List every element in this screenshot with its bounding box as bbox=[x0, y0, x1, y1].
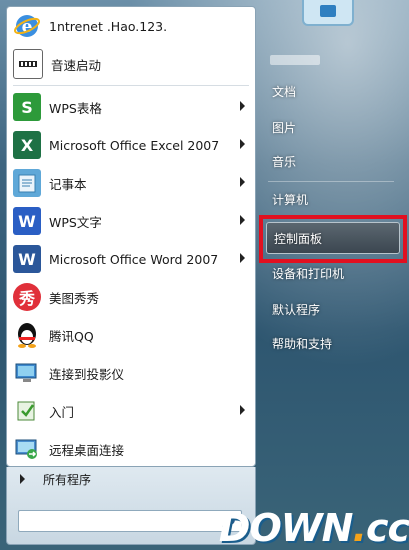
right-item-label: 文档 bbox=[272, 84, 297, 99]
submenu-arrow-icon[interactable] bbox=[240, 101, 245, 111]
menu-item-label: WPS表格 bbox=[49, 100, 102, 116]
menu-item-meitu[interactable]: 秀 美图秀秀 bbox=[7, 278, 255, 316]
watermark-text: DOWN.cc bbox=[218, 506, 409, 550]
menu-item-label: 美图秀秀 bbox=[49, 290, 100, 306]
right-item-documents[interactable]: 文档 bbox=[262, 76, 398, 106]
right-item-label: 设备和打印机 bbox=[272, 266, 345, 281]
menu-item-label: 记事本 bbox=[49, 176, 87, 192]
menu-item-label: 入门 bbox=[49, 404, 75, 420]
separator bbox=[13, 85, 249, 86]
right-item-help-support[interactable]: 帮助和支持 bbox=[262, 328, 398, 358]
menu-item-internet[interactable]: e 1ntrenet .Hao.123. bbox=[7, 7, 255, 45]
menu-item-label: 连接到投影仪 bbox=[49, 366, 125, 382]
menu-item-wps-writer[interactable]: W WPS文字 bbox=[7, 202, 255, 240]
menu-item-wps-spreadsheet[interactable]: S WPS表格 bbox=[7, 88, 255, 126]
submenu-arrow-icon[interactable] bbox=[240, 253, 245, 263]
getting-started-icon bbox=[13, 397, 41, 425]
all-programs-button[interactable]: 所有程序 bbox=[6, 461, 256, 497]
menu-item-qq[interactable]: 腾讯QQ bbox=[7, 316, 255, 354]
right-item-label: 图片 bbox=[272, 120, 297, 135]
right-item-pictures[interactable]: 图片 bbox=[262, 112, 398, 142]
right-item-devices-printers[interactable]: 设备和打印机 bbox=[262, 258, 398, 288]
watermark-logo: DOWN.cc bbox=[219, 502, 409, 550]
qq-icon bbox=[13, 321, 41, 349]
menu-item-label: 1ntrenet .Hao.123. bbox=[49, 18, 168, 34]
vstart-icon bbox=[13, 49, 43, 79]
separator bbox=[268, 181, 394, 182]
word-icon: W bbox=[13, 245, 41, 273]
all-programs-arrow-icon bbox=[20, 474, 25, 484]
search-input[interactable] bbox=[18, 510, 242, 532]
right-item-music[interactable]: 音乐 bbox=[262, 146, 398, 176]
programs-list: e 1ntrenet .Hao.123. 音速启动 S WPS表格 X Micr… bbox=[6, 6, 256, 467]
all-programs-label: 所有程序 bbox=[43, 472, 92, 487]
wps-spreadsheet-icon: S bbox=[13, 93, 41, 121]
menu-item-label: 远程桌面连接 bbox=[49, 442, 125, 458]
menu-item-word-2007[interactable]: W Microsoft Office Word 2007 bbox=[7, 240, 255, 278]
right-item-computer[interactable]: 计算机 bbox=[262, 184, 398, 214]
menu-item-label: WPS文字 bbox=[49, 214, 102, 230]
right-item-label: 帮助和支持 bbox=[272, 336, 333, 351]
right-item-label: 音乐 bbox=[272, 154, 297, 169]
user-picture-icon[interactable] bbox=[302, 0, 354, 26]
right-item-label: 默认程序 bbox=[272, 302, 321, 317]
user-name bbox=[270, 55, 320, 65]
menu-item-label: Microsoft Office Excel 2007 bbox=[49, 137, 220, 153]
right-item-default-programs[interactable]: 默认程序 bbox=[262, 294, 398, 324]
menu-item-excel-2007[interactable]: X Microsoft Office Excel 2007 bbox=[7, 126, 255, 164]
submenu-arrow-icon[interactable] bbox=[240, 177, 245, 187]
right-item-label: 计算机 bbox=[272, 192, 309, 207]
wps-writer-icon: W bbox=[13, 207, 41, 235]
submenu-arrow-icon[interactable] bbox=[240, 215, 245, 225]
menu-item-getting-started[interactable]: 入门 bbox=[7, 392, 255, 430]
projector-icon bbox=[13, 359, 41, 387]
submenu-arrow-icon[interactable] bbox=[240, 139, 245, 149]
menu-item-vstart[interactable]: 音速启动 bbox=[7, 45, 255, 83]
annotation-red-box bbox=[259, 215, 407, 263]
ie-icon: e bbox=[13, 12, 41, 40]
menu-item-notepad[interactable]: 记事本 bbox=[7, 164, 255, 202]
menu-item-label: 腾讯QQ bbox=[49, 328, 94, 344]
menu-item-label: Microsoft Office Word 2007 bbox=[49, 251, 219, 267]
meitu-icon: 秀 bbox=[13, 283, 41, 311]
remote-desktop-icon bbox=[13, 435, 41, 463]
excel-icon: X bbox=[13, 131, 41, 159]
menu-item-projector[interactable]: 连接到投影仪 bbox=[7, 354, 255, 392]
menu-item-label: 音速启动 bbox=[51, 57, 102, 73]
notepad-icon bbox=[13, 169, 41, 197]
submenu-arrow-icon[interactable] bbox=[240, 405, 245, 415]
